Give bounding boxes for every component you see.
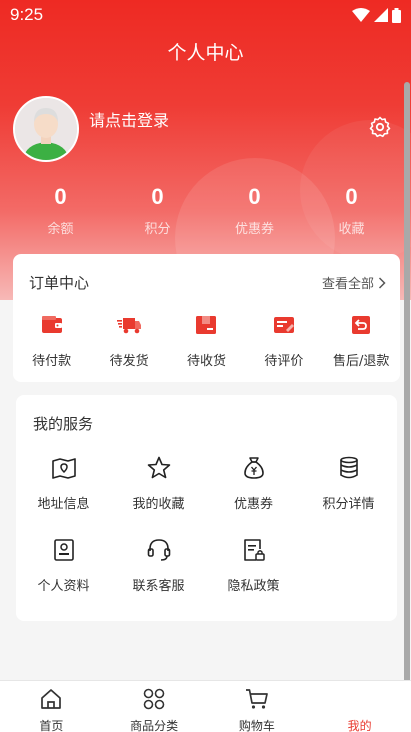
view-all-orders-link[interactable]: 查看全部 [322, 273, 386, 292]
headset-icon [147, 539, 170, 561]
service-privacy-policy[interactable]: 隐私政策 [206, 537, 301, 619]
order-center-title: 订单中心 [29, 274, 90, 292]
user-icon [348, 687, 372, 711]
review-icon [273, 317, 294, 333]
service-favorites[interactable]: 我的收藏 [111, 455, 206, 537]
order-pending-receipt[interactable]: 待收货 [168, 312, 245, 369]
home-icon [41, 689, 62, 709]
tab-label: 商品分类 [130, 719, 179, 732]
coins-icon [339, 456, 358, 479]
stat-coupons[interactable]: 0 优惠券 [206, 182, 303, 237]
money-bag-icon [243, 457, 264, 479]
account-stats: 0 余额 0 积分 0 优惠券 0 收藏 [12, 182, 400, 237]
service-label: 地址信息 [37, 497, 90, 512]
tab-home[interactable]: 首页 [0, 681, 103, 732]
bottom-tab-bar: 首页 商品分类 购物车 我的 [0, 680, 411, 732]
tab-label: 购物车 [238, 719, 275, 732]
wifi-icon [352, 8, 370, 22]
status-time: 9:25 [10, 5, 44, 24]
view-all-label: 查看全部 [321, 277, 374, 292]
order-pending-shipment[interactable]: 待发货 [91, 312, 168, 369]
status-icons [352, 7, 401, 23]
map-icon [51, 458, 76, 479]
service-label: 积分详情 [322, 497, 375, 512]
stat-value: 0 [151, 184, 164, 209]
service-label: 我的收藏 [132, 497, 185, 512]
service-points[interactable]: 积分详情 [301, 455, 396, 537]
privacy-doc-icon [243, 539, 265, 561]
settings-gear-icon[interactable] [368, 115, 392, 139]
cart-icon [245, 689, 268, 709]
stat-value: 0 [345, 184, 358, 209]
stat-value: 0 [54, 184, 67, 209]
service-profile[interactable]: 个人资料 [16, 537, 111, 619]
service-label: 隐私政策 [227, 579, 280, 594]
my-services-title: 我的服务 [33, 415, 94, 433]
order-center-card: 订单中心 查看全部 待付款 待发货 待收货 待评价 售后/退款 [13, 254, 400, 382]
star-icon [147, 456, 170, 479]
avatar[interactable] [13, 96, 79, 162]
order-pending-payment[interactable]: 待付款 [13, 312, 90, 369]
chevron-right-icon [378, 276, 386, 289]
stat-label: 收藏 [338, 222, 365, 237]
service-address[interactable]: 地址信息 [16, 455, 111, 537]
profile-card-icon [53, 539, 74, 561]
stat-label: 余额 [47, 222, 74, 237]
battery-icon [392, 7, 401, 23]
order-after-sales[interactable]: 售后/退款 [323, 312, 400, 369]
tab-label: 首页 [39, 719, 64, 732]
wallet-icon [41, 316, 62, 333]
avatar-person-icon [15, 98, 77, 160]
signal-icon [374, 8, 388, 22]
stat-label: 积分 [144, 222, 171, 237]
order-item-label: 待评价 [264, 354, 304, 369]
login-prompt[interactable]: 请点击登录 [89, 107, 169, 131]
service-label: 联系客服 [132, 579, 185, 594]
category-grid-icon [143, 688, 165, 710]
order-item-label: 待发货 [109, 354, 149, 369]
stat-value: 0 [248, 184, 261, 209]
services-grid: 地址信息 我的收藏 优惠券 积分详情 个人资料 联系客服 隐私政策 [16, 455, 397, 619]
service-label: 优惠券 [233, 497, 273, 512]
service-label: 个人资料 [37, 579, 90, 594]
order-status-row: 待付款 待发货 待收货 待评价 售后/退款 [13, 312, 400, 369]
order-item-label: 待收货 [186, 354, 226, 369]
my-services-card: 我的服务 地址信息 我的收藏 优惠券 积分详情 个人资料 联系客服 隐私政策 [16, 395, 397, 621]
stat-balance[interactable]: 0 余额 [12, 182, 109, 237]
stat-points[interactable]: 0 积分 [109, 182, 206, 237]
tab-label: 我的 [347, 719, 372, 732]
truck-icon [117, 318, 142, 334]
service-customer-support[interactable]: 联系客服 [111, 537, 206, 619]
package-icon [196, 316, 217, 334]
tab-cart[interactable]: 购物车 [206, 681, 309, 732]
tab-categories[interactable]: 商品分类 [103, 681, 206, 732]
tab-mine[interactable]: 我的 [308, 681, 411, 732]
stat-favorites[interactable]: 0 收藏 [303, 182, 400, 237]
service-coupons[interactable]: 优惠券 [206, 455, 301, 537]
order-pending-review[interactable]: 待评价 [245, 312, 322, 369]
order-item-label: 售后/退款 [333, 354, 390, 369]
status-bar: 9:25 [0, 0, 411, 30]
scrollbar[interactable] [404, 82, 410, 692]
refund-icon [352, 316, 371, 334]
page-title: 个人中心 [167, 42, 244, 64]
order-item-label: 待付款 [32, 354, 72, 369]
stat-label: 优惠券 [234, 222, 274, 237]
